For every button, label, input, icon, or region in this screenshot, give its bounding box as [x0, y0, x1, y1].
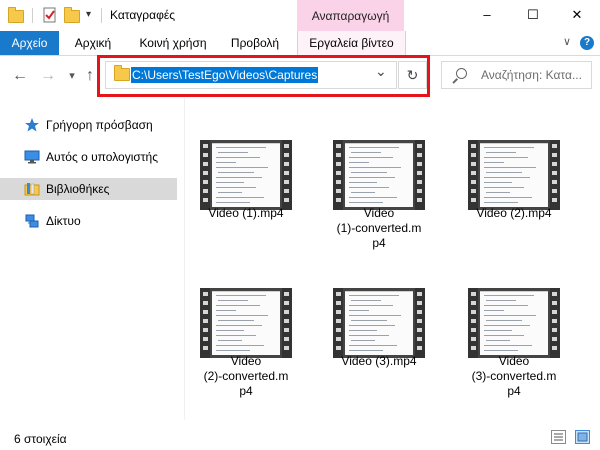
status-item-count: 6 στοιχεία	[14, 432, 67, 446]
sidebar-item-label: Γρήγορη πρόσβαση	[46, 118, 153, 132]
close-button[interactable]: ✕	[554, 0, 600, 31]
new-folder-icon[interactable]	[64, 7, 80, 23]
toolbar-divider	[101, 8, 102, 23]
context-tab-header: Αναπαραγωγή	[297, 0, 404, 31]
context-tab-label: Αναπαραγωγή	[311, 9, 390, 23]
video-thumbnail-icon	[468, 140, 560, 210]
folder-icon	[8, 7, 24, 23]
window-title: Καταγραφές	[110, 8, 175, 22]
file-name-line: (3)-converted.m	[471, 369, 557, 383]
file-name: Video (1)-converted.m p4	[324, 206, 434, 251]
recent-locations-button[interactable]: ▾	[62, 66, 82, 86]
address-input[interactable]: C:\Users\TestEgo\Videos\Captures	[131, 67, 319, 83]
details-view-icon[interactable]	[551, 430, 566, 444]
file-name-line: Video	[363, 206, 395, 220]
file-name: Video (2)-converted.m p4	[191, 354, 301, 399]
file-name: Video (3).mp4	[324, 354, 434, 369]
video-thumbnail-icon	[333, 288, 425, 358]
video-thumbnail-icon	[333, 140, 425, 210]
file-name: Video (1).mp4	[191, 206, 301, 221]
file-name-line: p4	[372, 236, 386, 250]
file-item[interactable]: Video (2)-converted.m p4	[191, 288, 301, 418]
network-icon	[24, 213, 40, 229]
file-item[interactable]: Video (3)-converted.m p4	[459, 288, 569, 418]
file-item[interactable]: Video (1).mp4	[191, 140, 301, 270]
maximize-button[interactable]: ☐	[510, 0, 556, 31]
file-name: Video (3)-converted.m p4	[459, 354, 569, 399]
file-name-line: (1)-converted.m	[336, 221, 422, 235]
sidebar-item-label: Βιβλιοθήκες	[46, 182, 110, 196]
large-icons-view-icon[interactable]	[575, 430, 590, 444]
toolbar-divider	[32, 8, 33, 23]
star-icon	[24, 117, 40, 133]
tab-video-tools[interactable]: Εργαλεία βίντεο	[297, 31, 406, 55]
sidebar-item-label: Αυτός ο υπολογιστής	[46, 150, 158, 164]
tab-view[interactable]: Προβολή	[223, 31, 287, 55]
file-name-line: p4	[239, 384, 253, 398]
search-icon	[456, 68, 467, 79]
minimize-button[interactable]: –	[464, 0, 510, 31]
file-item[interactable]: Video (1)-converted.m p4	[324, 140, 434, 270]
computer-icon	[24, 149, 40, 165]
forward-button[interactable]: →	[38, 66, 58, 86]
refresh-button[interactable]: ↻	[398, 61, 427, 89]
video-thumbnail-icon	[200, 288, 292, 358]
file-item[interactable]: Video (2).mp4	[459, 140, 569, 270]
expand-ribbon-icon[interactable]: ∨	[563, 35, 571, 48]
properties-icon[interactable]	[42, 7, 58, 23]
search-input[interactable]: Αναζήτηση: Κατα...	[481, 68, 582, 82]
folder-icon	[114, 65, 130, 81]
video-thumbnail-icon	[200, 140, 292, 210]
help-icon[interactable]: ?	[580, 36, 594, 50]
tab-file[interactable]: Αρχείο	[0, 31, 59, 55]
file-name-line: (2)-converted.m	[203, 369, 289, 383]
file-name-line: Video (3).mp4	[341, 354, 417, 368]
sidebar-item-label: Δίκτυο	[46, 214, 81, 228]
file-name-line: p4	[507, 384, 521, 398]
file-name-line: Video	[498, 354, 530, 368]
tab-home[interactable]: Αρχική	[65, 31, 121, 55]
file-name-line: Video	[230, 354, 262, 368]
library-icon	[24, 181, 40, 197]
pane-divider	[184, 98, 185, 420]
address-dropdown-icon[interactable]: ⌄	[375, 63, 387, 80]
file-name-line: Video (2).mp4	[476, 206, 552, 220]
file-name-line: Video (1).mp4	[208, 206, 284, 220]
back-button[interactable]: ←	[10, 66, 30, 86]
customize-toolbar-icon[interactable]: ▾	[86, 9, 91, 20]
tab-share[interactable]: Κοινή χρήση	[128, 31, 218, 55]
video-thumbnail-icon	[468, 288, 560, 358]
file-item[interactable]: Video (3).mp4	[324, 288, 434, 418]
file-name: Video (2).mp4	[459, 206, 569, 221]
